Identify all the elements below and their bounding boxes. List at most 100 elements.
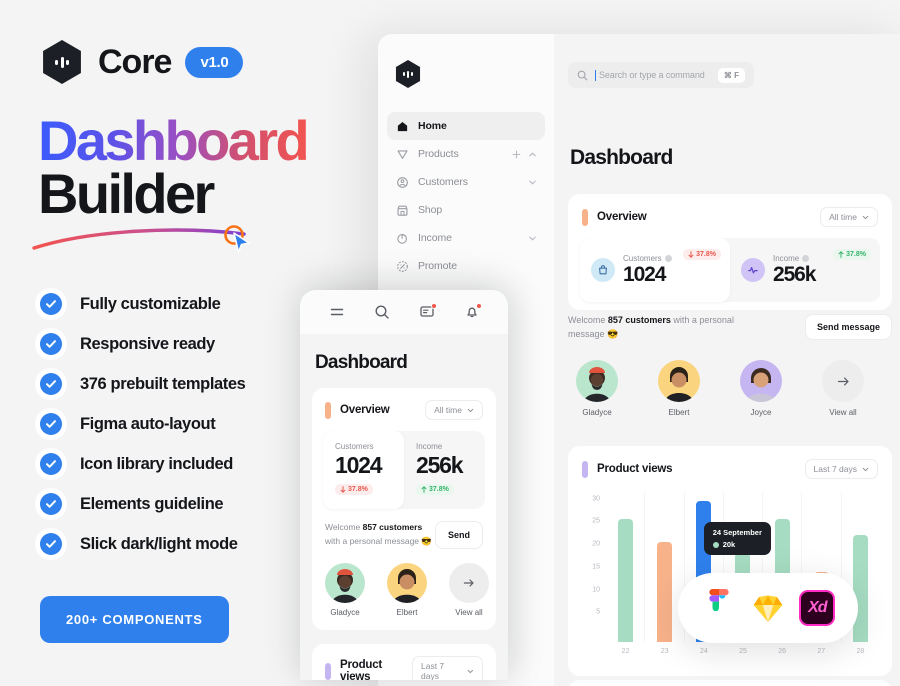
check-icon — [40, 293, 62, 315]
chevron-down-icon[interactable] — [528, 234, 537, 243]
version-badge: v1.0 — [185, 46, 244, 78]
app-logo-icon[interactable] — [395, 60, 421, 88]
info-icon[interactable] — [664, 254, 672, 262]
chart-x-tick: 27 — [817, 648, 826, 655]
chart-y-tick: 30 — [592, 495, 600, 503]
info-icon[interactable] — [802, 254, 810, 262]
avatar-item[interactable]: Elbert — [658, 360, 700, 417]
stat-customers: Customers 1024 37.8% — [580, 238, 730, 302]
mobile-overview-header: Overview All time — [312, 388, 496, 420]
mobile-view-all[interactable]: View all — [449, 563, 489, 617]
check-icon — [40, 373, 62, 395]
mobile-product-views-title: Product views — [340, 659, 383, 680]
sketch-icon[interactable] — [749, 589, 787, 627]
arrow-down-icon — [340, 486, 346, 493]
stat-income: Income 256k 37.8% — [730, 238, 880, 302]
menu-icon[interactable] — [328, 303, 346, 321]
avatar-item[interactable]: Gladyce — [576, 360, 618, 417]
mobile-app-panel: Dashboard Overview All time Customers 10… — [300, 290, 508, 680]
chart-bar[interactable] — [617, 519, 633, 642]
cursor-pointer-icon — [224, 225, 250, 253]
search-icon — [577, 70, 588, 80]
stat-delta-text: 37.8% — [696, 251, 716, 258]
pulse-icon — [741, 258, 765, 282]
search-icon[interactable] — [373, 303, 391, 321]
user-icon — [395, 175, 409, 189]
feature-item: Fully customizable — [40, 284, 245, 324]
mobile-stat-income: Income 256k 37.8% — [404, 431, 485, 509]
mobile-stat-customers: Customers 1024 37.8% — [323, 431, 404, 509]
chart-x-tick: 23 — [660, 648, 669, 655]
avatar-name: Gladyce — [330, 608, 360, 617]
figma-icon[interactable] — [700, 589, 738, 627]
chart-bar[interactable] — [853, 535, 869, 642]
components-cta-button[interactable]: 200+ COMPONENTS — [40, 596, 229, 643]
feature-label: Figma auto-layout — [80, 414, 216, 433]
chevron-down-icon — [468, 669, 474, 673]
stat-value: 1024 — [623, 262, 666, 286]
arrow-up-icon — [421, 486, 427, 493]
stat-delta-badge: 37.8% — [683, 249, 721, 260]
mobile-product-views-range-select[interactable]: Last 7 days — [412, 656, 483, 680]
sidebar-label: Home — [418, 120, 447, 132]
adobe-xd-icon[interactable]: Xd — [798, 589, 836, 627]
message-icon[interactable] — [418, 303, 437, 321]
chart-column[interactable] — [644, 492, 683, 642]
mobile-range-label: All time — [434, 405, 462, 415]
arrow-right-icon — [822, 360, 864, 402]
welcome-suffix: with a personal message 😎 — [325, 535, 432, 546]
view-all-customers[interactable]: View all — [822, 360, 864, 417]
chevron-down-icon[interactable] — [528, 178, 537, 187]
sidebar-item-home[interactable]: Home — [387, 112, 545, 140]
check-icon — [40, 453, 62, 475]
tag-icon — [395, 147, 409, 161]
accent-bar — [582, 460, 588, 478]
sidebar-item-income[interactable]: Income — [387, 224, 545, 252]
stat-value: 256k — [416, 452, 464, 478]
mobile-product-views-card: Product views Last 7 days — [312, 644, 496, 680]
accent-bar — [582, 208, 588, 226]
product-views-range-select[interactable]: Last 7 days — [804, 459, 878, 479]
sidebar-label: Customers — [418, 176, 468, 188]
chart-x-tick: 28 — [856, 648, 865, 655]
sidebar-item-shop[interactable]: Shop — [387, 196, 545, 224]
feature-label: Icon library included — [80, 454, 233, 473]
feature-label: Responsive ready — [80, 334, 215, 353]
megaphone-icon — [395, 259, 409, 273]
bell-icon[interactable] — [463, 303, 482, 321]
chart-x-tick: 26 — [778, 648, 787, 655]
feature-item: Responsive ready — [40, 324, 245, 364]
avatar-item[interactable]: Gladyce — [325, 563, 365, 617]
sidebar-item-products[interactable]: Products — [387, 140, 545, 168]
mobile-send-button[interactable]: Send — [434, 521, 483, 549]
chart-tooltip: 24 September 20k — [703, 522, 771, 555]
avatar-item[interactable]: Elbert — [387, 563, 427, 617]
chart-bar[interactable] — [656, 542, 672, 642]
feature-item: Elements guideline — [40, 484, 245, 524]
welcome-count: 857 customers — [362, 522, 423, 532]
notification-badge — [475, 303, 482, 309]
product-views-range-label: Last 7 days — [813, 464, 857, 474]
sidebar-item-promote[interactable]: Promote — [387, 252, 545, 280]
add-icon[interactable] — [512, 150, 521, 159]
chart-x-axis: 22 23 24 25 26 27 28 — [606, 642, 880, 664]
avatar — [658, 360, 700, 402]
avatar-item[interactable]: Joyce — [740, 360, 782, 417]
chart-x-tick: 22 — [621, 648, 630, 655]
chart-column[interactable] — [606, 492, 644, 642]
chevron-down-icon — [467, 408, 474, 412]
overview-range-select[interactable]: All time — [820, 207, 878, 227]
feature-item: Icon library included — [40, 444, 245, 484]
mobile-page-title: Dashboard — [315, 352, 408, 373]
search-input[interactable]: Search or type a command ⌘ F — [568, 62, 754, 88]
stat-delta-badge: 37.8% — [833, 249, 871, 260]
avatar-name: Elbert — [396, 608, 418, 617]
sidebar-item-customers[interactable]: Customers — [387, 168, 545, 196]
stat-delta-text: 37.8% — [429, 486, 449, 493]
send-message-button[interactable]: Send message — [804, 314, 892, 340]
mobile-range-select[interactable]: All time — [425, 400, 483, 420]
stat-label-text: Customers — [623, 253, 662, 263]
chart-y-tick: 15 — [592, 563, 600, 571]
page-headline: Dashboard Builder — [38, 112, 310, 222]
chevron-up-icon[interactable] — [528, 150, 537, 159]
